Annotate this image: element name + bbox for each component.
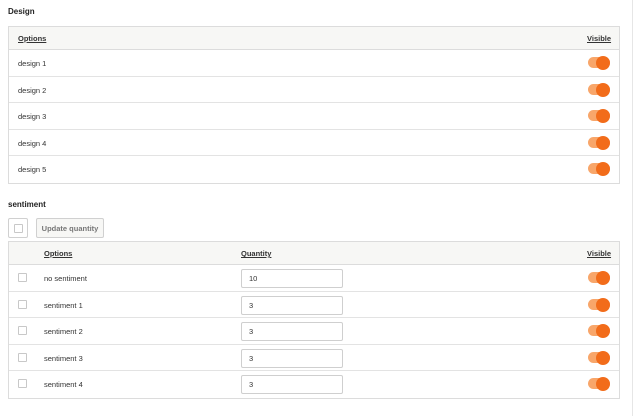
- design-visible-toggle[interactable]: [588, 162, 610, 176]
- design-row: design 1: [9, 50, 619, 77]
- quantity-input[interactable]: [241, 322, 343, 341]
- sentiment-quantity-header[interactable]: Quantity: [241, 249, 271, 258]
- sentiment-visible-toggle[interactable]: [588, 377, 610, 391]
- sentiment-options-header[interactable]: Options: [44, 249, 72, 258]
- sentiment-option-label: sentiment 1: [44, 300, 83, 310]
- quantity-input[interactable]: [241, 375, 343, 394]
- design-option-label: design 3: [18, 112, 47, 121]
- sentiment-row-checkbox[interactable]: [18, 273, 27, 282]
- design-option-label: design 2: [18, 85, 47, 95]
- sentiment-row-checkbox[interactable]: [18, 352, 27, 362]
- toggle-knob: [596, 297, 610, 312]
- design-visible-toggle[interactable]: [588, 109, 610, 123]
- quantity-input[interactable]: [241, 348, 343, 368]
- toggle-knob: [596, 109, 610, 123]
- design-row: design 2: [9, 77, 619, 103]
- quantity-input[interactable]: [241, 295, 343, 315]
- design-option-label: design 1: [18, 59, 47, 68]
- page: Design Options Visible design 1 design 2d…: [0, 0, 640, 416]
- sentiment-row: sentiment 1: [9, 292, 619, 318]
- sentiment-row-checkbox[interactable]: [18, 299, 27, 309]
- sentiment-visible-header[interactable]: Visible: [587, 249, 611, 258]
- design-visible-toggle[interactable]: [588, 135, 610, 150]
- sentiment-row: sentiment 4: [9, 371, 619, 398]
- design-visible-toggle[interactable]: [588, 82, 610, 97]
- design-option-label: design 4: [18, 138, 47, 148]
- design-row: design 5: [9, 156, 619, 183]
- update-quantity-button[interactable]: Update quantity: [36, 218, 104, 238]
- scrollbar-edge: [632, 0, 633, 416]
- design-row: design 4: [9, 130, 619, 156]
- sentiment-rows: no sentiment sentiment 1 sentiment 2 sentim…: [9, 265, 619, 398]
- toggle-knob: [596, 162, 610, 176]
- sentiment-option-label: sentiment 2: [44, 327, 83, 336]
- toggle-knob: [596, 377, 610, 391]
- sentiment-visible-toggle[interactable]: [588, 271, 610, 285]
- sentiment-visible-toggle[interactable]: [588, 324, 610, 338]
- sentiment-row-checkbox[interactable]: [18, 379, 27, 388]
- design-table: Options Visible design 1 design 2 design 3…: [8, 26, 620, 184]
- sentiment-row-checkbox[interactable]: [18, 326, 27, 335]
- toggle-knob: [596, 82, 610, 97]
- toggle-knob: [596, 135, 610, 150]
- sentiment-option-label: sentiment 3: [44, 353, 83, 363]
- sentiment-row: sentiment 2: [9, 318, 619, 345]
- select-all-checkbox-box: [14, 224, 23, 233]
- sentiment-visible-toggle[interactable]: [588, 297, 610, 312]
- sentiment-option-label: sentiment 4: [44, 380, 83, 389]
- design-table-header: Options Visible: [9, 27, 619, 50]
- design-row: design 3: [9, 103, 619, 130]
- sentiment-section-title: sentiment: [8, 200, 46, 209]
- design-section-title: Design: [8, 7, 35, 16]
- design-option-label: design 5: [18, 165, 47, 174]
- design-rows: design 1 design 2 design 3 design 4 design 5: [9, 50, 619, 183]
- sentiment-option-label: no sentiment: [44, 274, 87, 283]
- design-visible-header[interactable]: Visible: [587, 34, 611, 43]
- toggle-knob: [596, 271, 610, 285]
- design-options-header[interactable]: Options: [18, 34, 46, 43]
- sentiment-visible-toggle[interactable]: [588, 350, 610, 365]
- sentiment-table-header: Options Quantity Visible: [9, 242, 619, 265]
- sentiment-row: sentiment 3: [9, 345, 619, 371]
- toggle-knob: [596, 350, 610, 365]
- select-all-checkbox[interactable]: [8, 218, 28, 238]
- toggle-knob: [596, 56, 610, 70]
- toggle-knob: [596, 324, 610, 338]
- quantity-input[interactable]: [241, 269, 343, 288]
- sentiment-row: no sentiment: [9, 265, 619, 292]
- sentiment-table: Options Quantity Visible no sentiment sen…: [8, 241, 620, 399]
- design-visible-toggle[interactable]: [588, 56, 610, 70]
